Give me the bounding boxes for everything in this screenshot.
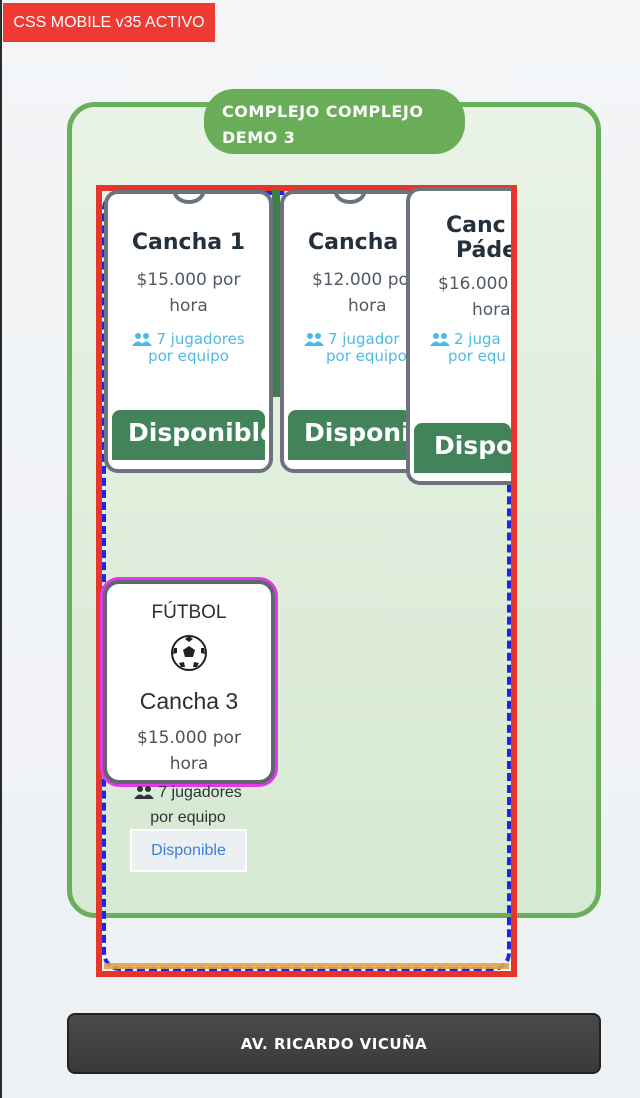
court-name: Canc Páde — [446, 213, 511, 263]
debug-badge: CSS MOBILE v35 ACTIVO — [3, 3, 215, 42]
court-price: $15.000 por hora — [137, 728, 241, 774]
court-players: 7 jugadores por equipo — [108, 331, 269, 365]
court-players: 2 juga por equ — [410, 331, 511, 365]
court-card[interactable]: Cancha 1 $15.000 por hora 7 jugadores po… — [104, 190, 273, 473]
users-icon — [134, 786, 155, 800]
court-name: Cancha 3 — [139, 688, 239, 714]
scroller-bottom-edge — [104, 963, 509, 969]
court-card[interactable]: Cancha $12.000 po hora 7 jugador por equ… — [280, 190, 419, 473]
users-icon — [304, 333, 324, 346]
court-status-button[interactable]: Disponible — [112, 410, 269, 460]
court-players: 7 jugadores por equipo — [110, 780, 266, 830]
address-bar[interactable]: AV. RICARDO VICUÑA — [67, 1013, 601, 1074]
sport-label: FÚTBOL — [151, 602, 227, 623]
futbol-court-card[interactable]: FÚTBOL Cancha 3 $15.000 por hora — [103, 580, 275, 784]
court-players: 7 jugador por equipo — [284, 331, 415, 365]
court-name: Cancha 1 — [131, 230, 246, 255]
court-name: Cancha — [308, 230, 399, 255]
court-status-button[interactable]: Disponi — [288, 410, 411, 460]
users-icon — [132, 333, 153, 346]
court-card[interactable]: Canc Páde $16.000 hora 2 juga por equ Di… — [406, 187, 511, 485]
users-icon — [430, 333, 450, 346]
soccer-ball-icon — [107, 634, 271, 680]
card-divider — [272, 190, 280, 397]
court-status-button[interactable]: Disponible — [130, 829, 247, 872]
court-price: $15.000 por hora — [136, 270, 241, 316]
court-price: $16.000 hora — [438, 274, 511, 320]
complex-title: COMPLEJO COMPLEJO DEMO 3 — [204, 89, 465, 154]
court-status-button[interactable]: Dispo — [414, 423, 511, 473]
card-notch — [172, 194, 205, 204]
card-notch — [333, 194, 366, 204]
court-price: $12.000 po hora — [312, 270, 409, 316]
